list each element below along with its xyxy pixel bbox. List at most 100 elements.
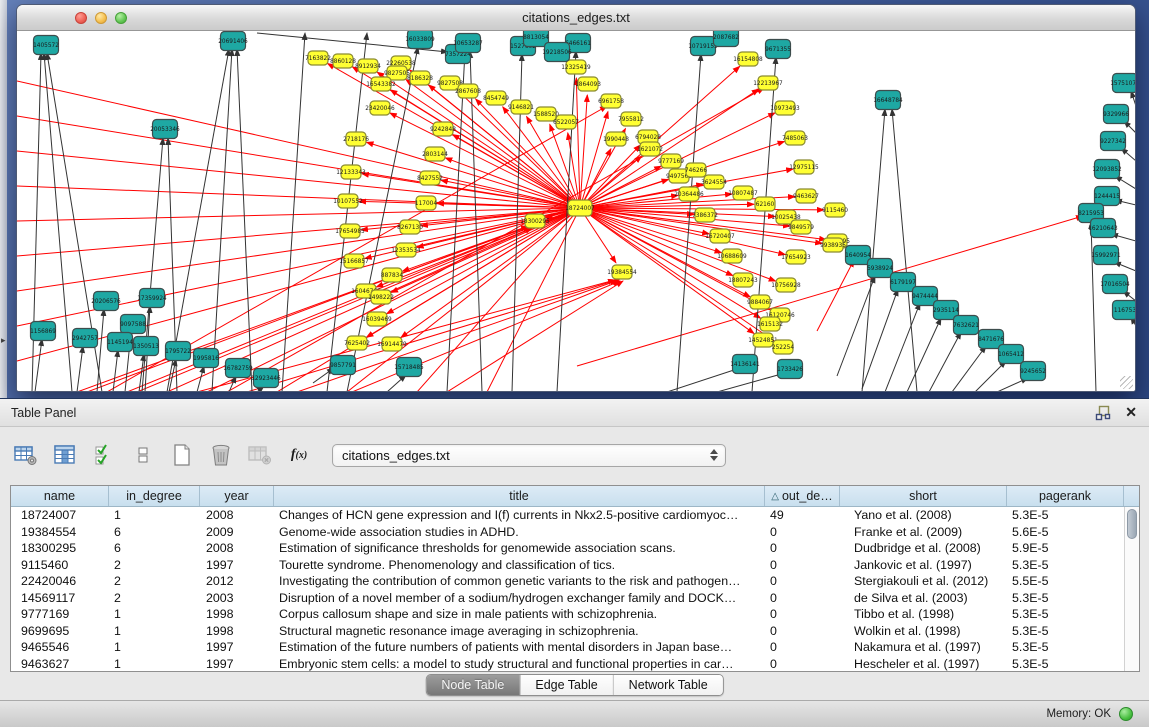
table-cell[interactable]: 5.3E-5	[1007, 639, 1124, 656]
graph-node-teal[interactable]: 20206576	[91, 292, 121, 311]
table-cell[interactable]: 1997	[200, 656, 274, 673]
graph-node-teal[interactable]: 10653287	[453, 34, 483, 53]
graph-node-teal[interactable]: 1065412	[998, 345, 1024, 364]
table-scrollbar[interactable]	[1124, 507, 1139, 671]
graph-node-teal[interactable]: 1350513	[133, 337, 159, 356]
graph-node-teal[interactable]: 20691406	[218, 32, 248, 51]
graph-node-teal[interactable]: 1995816	[193, 349, 219, 368]
table-cell[interactable]: Investigating the contribution of common…	[274, 573, 765, 590]
table-row[interactable]: 969969511998Structural magnetic resonanc…	[11, 623, 1139, 640]
table-cell[interactable]: 5.3E-5	[1007, 507, 1124, 524]
table-cell[interactable]: Tibbo et al. (1998)	[840, 606, 1007, 623]
graph-node-yellow[interactable]: 8860128	[330, 54, 356, 68]
graph-node-teal[interactable]: 16782759	[223, 359, 253, 378]
graph-node-yellow[interactable]: 887834	[381, 268, 403, 282]
window-resize-grip[interactable]	[1120, 376, 1133, 389]
graph-node-yellow[interactable]: 12213967	[753, 76, 783, 90]
graph-node-yellow[interactable]: 8267130	[397, 220, 423, 234]
table-cell[interactable]: 5.9E-5	[1007, 540, 1124, 557]
graph-node-yellow[interactable]: 6522057	[553, 115, 579, 129]
table-cell[interactable]: 1	[109, 507, 200, 524]
table-cell[interactable]: Changes of HCN gene expression and I(f) …	[274, 507, 765, 524]
delete-table-icon[interactable]	[209, 443, 233, 467]
network-canvas[interactable]: 1872400718300295193845547163822886012889…	[17, 31, 1135, 391]
table-cell[interactable]: Hescheler et al. (1997)	[840, 656, 1007, 673]
table-cell[interactable]: 2	[109, 590, 200, 607]
graph-node-teal[interactable]: 2942757	[72, 329, 98, 348]
graph-node-teal[interactable]: 17016504	[1100, 275, 1130, 294]
table-cell[interactable]: 0	[765, 590, 840, 607]
graph-node-yellow[interactable]: 8454749	[483, 91, 509, 105]
table-cell[interactable]: 14569117	[11, 590, 109, 607]
graph-node-yellow[interactable]: 18724007	[565, 200, 595, 216]
function-builder-icon[interactable]: f(x)	[287, 443, 311, 467]
table-settings-icon[interactable]	[14, 443, 38, 467]
table-cell[interactable]: 18724007	[11, 507, 109, 524]
graph-node-teal[interactable]: 15992971	[1091, 246, 1121, 265]
table-cell[interactable]: 5.5E-5	[1007, 573, 1124, 590]
table-cell[interactable]: Yano et al. (2008)	[840, 507, 1007, 524]
table-cell[interactable]: Jankovic et al. (1997)	[840, 557, 1007, 574]
table-cell[interactable]: 1	[109, 656, 200, 673]
memory-ok-indicator-icon[interactable]	[1119, 707, 1133, 721]
table-row[interactable]: 977716911998Corpus callosum shape and si…	[11, 606, 1139, 623]
column-header-name[interactable]: name	[11, 486, 109, 506]
table-selector-dropdown[interactable]: citations_edges.txt	[332, 444, 726, 467]
table-cell[interactable]: 1	[109, 606, 200, 623]
graph-node-yellow[interactable]: 2867608	[455, 84, 481, 98]
graph-node-yellow[interactable]: 6961758	[598, 94, 624, 108]
graph-node-yellow[interactable]: 746266	[685, 163, 707, 177]
table-cell[interactable]: 1	[109, 639, 200, 656]
graph-node-yellow[interactable]: 1864093	[575, 77, 601, 91]
graph-node-teal[interactable]: 15751074	[1110, 74, 1135, 93]
table-cell[interactable]: Corpus callosum shape and size in male p…	[274, 606, 765, 623]
table-cell[interactable]: 5.3E-5	[1007, 606, 1124, 623]
graph-node-teal[interactable]: 1405572	[33, 36, 59, 55]
citation-network-graph[interactable]: 1872400718300295193845547163822886012889…	[17, 31, 1135, 391]
graph-node-teal[interactable]: 1733426	[777, 360, 803, 379]
table-cell[interactable]: 9115460	[11, 557, 109, 574]
graph-node-teal[interactable]: 15718485	[394, 358, 424, 377]
table-cell[interactable]: 22420046	[11, 573, 109, 590]
graph-node-yellow[interactable]: 12353534	[391, 243, 421, 257]
table-cell[interactable]: Estimation of significance thresholds fo…	[274, 540, 765, 557]
graph-node-yellow[interactable]: 1621072	[637, 142, 663, 156]
table-cell[interactable]: 18300295	[11, 540, 109, 557]
table-cell[interactable]: 2	[109, 557, 200, 574]
table-cell[interactable]: 2008	[200, 540, 274, 557]
graph-node-yellow[interactable]: 1615132	[757, 317, 783, 331]
close-panel-icon[interactable]: ✕	[1125, 404, 1137, 420]
table-row[interactable]: 946362711997Embryonic stem cells: a mode…	[11, 656, 1139, 673]
tab-edge-table[interactable]: Edge Table	[520, 675, 613, 695]
table-cell[interactable]: 5.3E-5	[1007, 557, 1124, 574]
graph-node-yellow[interactable]: 19384554	[607, 265, 637, 279]
graph-node-teal[interactable]: 9097588	[120, 315, 146, 334]
table-cell[interactable]: 5.3E-5	[1007, 623, 1124, 640]
graph-node-teal[interactable]: 2087682	[713, 31, 739, 47]
graph-node-yellow[interactable]: 8427552	[417, 171, 443, 185]
graph-node-yellow[interactable]: 9884067	[747, 295, 773, 309]
graph-node-yellow[interactable]: 7386372	[692, 208, 718, 222]
table-row[interactable]: 946554611997Estimation of the future num…	[11, 639, 1139, 656]
graph-node-yellow[interactable]: 10756928	[771, 278, 801, 292]
table-cell[interactable]: 2008	[200, 507, 274, 524]
table-cell[interactable]: Embryonic stem cells: a model to study s…	[274, 656, 765, 673]
graph-node-yellow[interactable]: 1990448	[603, 132, 629, 146]
graph-node-yellow[interactable]: 9115460	[822, 203, 848, 217]
graph-node-teal[interactable]: 1156869	[30, 322, 56, 341]
column-header-title[interactable]: title	[274, 486, 765, 506]
table-cell[interactable]: Tourette syndrome. Phenomenology and cla…	[274, 557, 765, 574]
table-cell[interactable]: 6	[109, 524, 200, 541]
graph-node-yellow[interactable]: 12133343	[336, 165, 366, 179]
table-cell[interactable]: 1997	[200, 557, 274, 574]
table-cell[interactable]: 0	[765, 623, 840, 640]
graph-node-yellow[interactable]: 62160	[755, 197, 775, 211]
graph-node-yellow[interactable]: 9849579	[788, 220, 814, 234]
table-cell[interactable]: 2	[109, 573, 200, 590]
graph-node-yellow[interactable]: 1498222	[368, 290, 394, 304]
table-cell[interactable]: Franke et al. (2009)	[840, 524, 1007, 541]
table-row[interactable]: 2242004622012Investigating the contribut…	[11, 573, 1139, 590]
control-panel-expand-arrow[interactable]: ▸	[1, 336, 6, 345]
table-cell[interactable]: 6	[109, 540, 200, 557]
column-header-in_degree[interactable]: in_degree	[109, 486, 200, 506]
